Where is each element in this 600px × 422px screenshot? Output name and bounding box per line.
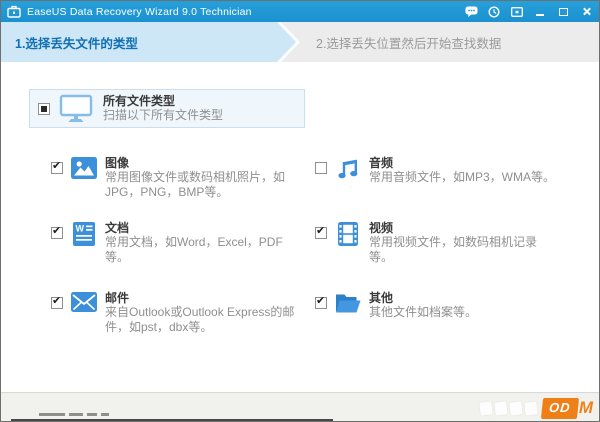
folder-icon [334, 292, 361, 313]
app-window: EaseUS Data Recovery Wizard 9.0 Technici… [0, 0, 600, 422]
email-icon [70, 292, 97, 312]
close-icon[interactable] [579, 6, 593, 18]
footer-bar: OD M [1, 392, 599, 421]
window-title: EaseUS Data Recovery Wizard 9.0 Technici… [27, 5, 252, 18]
all-file-types-description: 扫描以下所有文件类型 [103, 108, 224, 123]
file-type-title: 文档 [105, 221, 130, 235]
all-file-types-option[interactable]: 所有文件类型 扫描以下所有文件类型 [29, 89, 305, 128]
watermark-badge: OD [541, 397, 579, 419]
step-1-label: 1.选择丢失文件的类型 [15, 36, 138, 51]
all-file-types-title: 所有文件类型 [103, 94, 176, 109]
audio-icon [334, 157, 361, 181]
titlebar: EaseUS Data Recovery Wizard 9.0 Technici… [1, 1, 599, 22]
video-checkbox[interactable] [315, 225, 327, 239]
image-checkbox[interactable] [51, 160, 63, 174]
file-type-title: 邮件 [105, 291, 130, 305]
video-icon [334, 222, 361, 246]
email-checkbox[interactable] [51, 295, 63, 309]
svg-text:W: W [75, 224, 84, 234]
file-type-title: 视频 [369, 221, 394, 235]
cutoff-text-fragment [39, 413, 109, 416]
step-1-tab[interactable]: 1.选择丢失文件的类型 [1, 22, 296, 62]
site-watermark: OD M [479, 397, 593, 419]
image-icon [70, 157, 97, 179]
file-type-item-email[interactable]: 邮件 来自Outlook或Outlook Express的邮件，如pst，dbx… [51, 291, 301, 334]
file-type-description: 常用文档，如Word，Excel，PDF等。 [105, 235, 283, 264]
file-type-item-other[interactable]: 其他 其他文件如档案等。 [315, 291, 557, 320]
app-toolbox-icon [7, 5, 21, 18]
file-type-description: 其他文件如档案等。 [369, 305, 478, 319]
step-2-label: 2.选择丢失位置然后开始查找数据 [316, 36, 502, 51]
file-type-item-audio[interactable]: 音频 常用音频文件，如MP3，WMA等。 [315, 156, 557, 185]
history-icon[interactable] [487, 5, 501, 18]
file-type-item-document[interactable]: W 文档 常用文档，如Word，Excel，PDF等。 [51, 221, 301, 264]
audio-checkbox[interactable] [315, 162, 327, 174]
file-type-description: 常用音频文件，如MP3，WMA等。 [369, 170, 556, 184]
file-type-description: 来自Outlook或Outlook Express的邮件，如pst，dbx等。 [105, 305, 295, 334]
document-checkbox[interactable] [51, 225, 63, 239]
file-type-title: 音频 [369, 156, 394, 170]
file-type-item-image[interactable]: 图像 常用图像文件或数码相机照片，如JPG，PNG，BMP等。 [51, 156, 301, 199]
file-type-item-video[interactable]: 视频 常用视频文件，如数码相机记录等。 [315, 221, 557, 264]
cutoff-element-edge [11, 419, 333, 421]
watermark-badge-suffix: M [578, 398, 593, 417]
window-capture-icon[interactable] [510, 6, 524, 18]
minimize-icon[interactable] [533, 6, 547, 18]
wizard-step-bar: 1.选择丢失文件的类型 2.选择丢失位置然后开始查找数据 [1, 22, 599, 62]
file-type-title: 图像 [105, 156, 130, 170]
step-2-tab[interactable]: 2.选择丢失位置然后开始查找数据 [316, 22, 501, 62]
maximize-icon[interactable] [556, 6, 570, 18]
file-type-description: 常用图像文件或数码相机照片，如JPG，PNG，BMP等。 [105, 170, 286, 199]
monitor-icon [59, 94, 93, 123]
file-type-description: 常用视频文件，如数码相机记录等。 [369, 235, 538, 264]
other-checkbox[interactable] [315, 295, 327, 309]
document-icon: W [70, 222, 97, 246]
watermark-glyphs [479, 400, 539, 416]
file-type-selection-panel: 所有文件类型 扫描以下所有文件类型 图像 常用图像文件或数码相机照片，如JPG，… [1, 62, 599, 392]
chat-icon[interactable] [464, 6, 478, 18]
all-file-types-checkbox[interactable] [38, 102, 50, 115]
file-type-title: 其他 [369, 291, 394, 305]
